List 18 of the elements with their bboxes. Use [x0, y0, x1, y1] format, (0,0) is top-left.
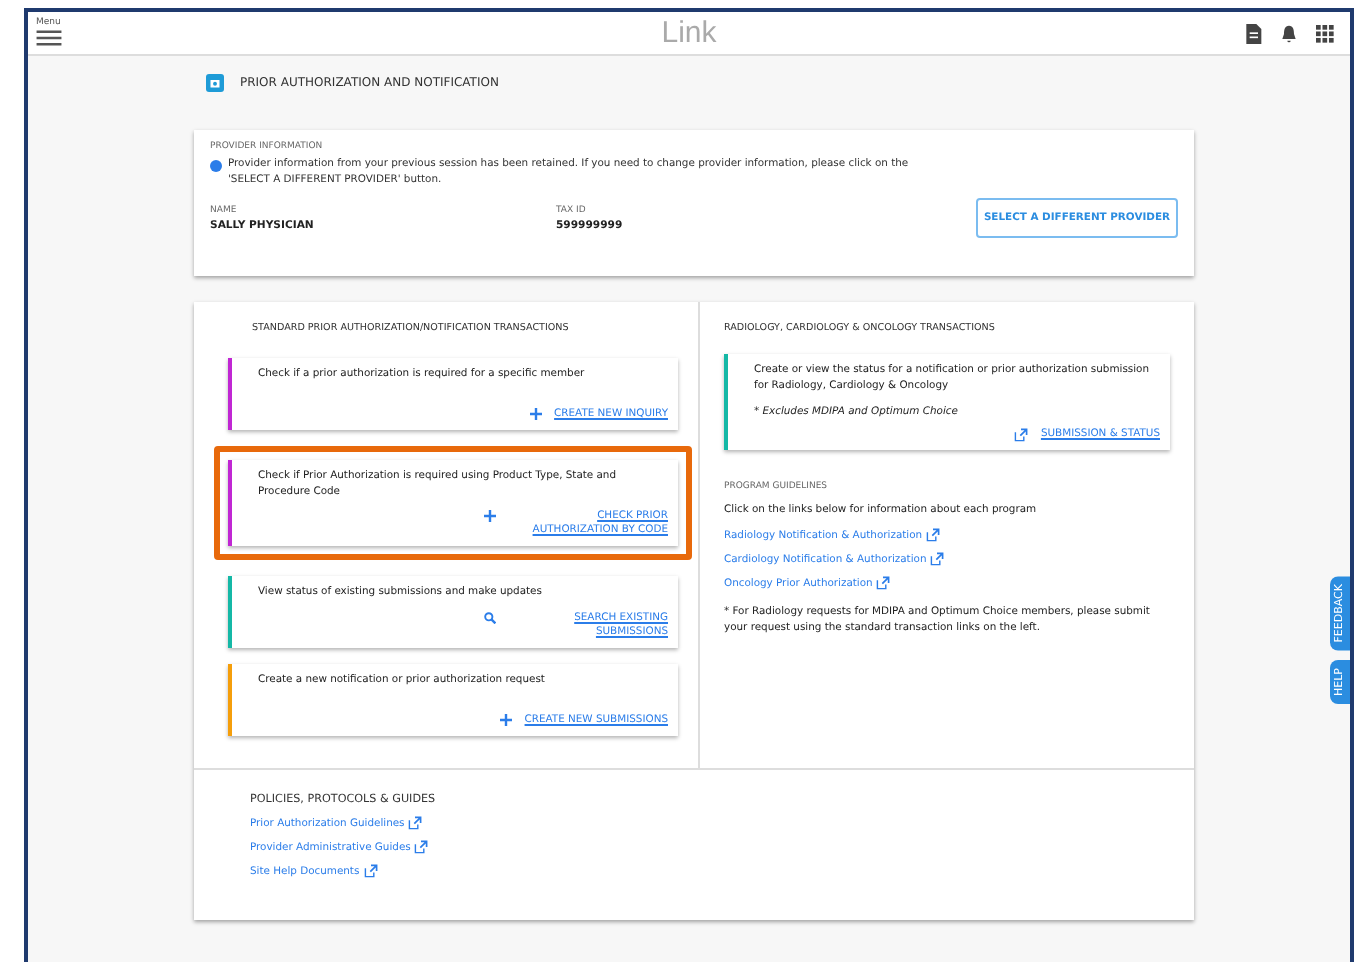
external-link-icon	[930, 552, 945, 567]
external-link-icon	[1014, 427, 1029, 442]
camera-icon	[206, 73, 224, 91]
bell-icon[interactable]	[1280, 23, 1298, 43]
plus-icon	[484, 509, 496, 522]
apps-grid-icon[interactable]	[1316, 23, 1334, 43]
menu-icon[interactable]	[36, 30, 62, 47]
external-link-icon	[363, 864, 378, 878]
search-icon	[484, 611, 496, 624]
info-icon	[210, 160, 222, 172]
external-link-icon	[926, 528, 941, 543]
external-link-icon	[414, 840, 429, 854]
external-link-icon	[876, 576, 891, 591]
document-icon[interactable]	[1244, 23, 1262, 43]
plus-icon	[530, 408, 543, 421]
logo: Link	[661, 16, 717, 50]
external-link-icon	[408, 816, 423, 830]
plus-icon	[500, 714, 513, 727]
